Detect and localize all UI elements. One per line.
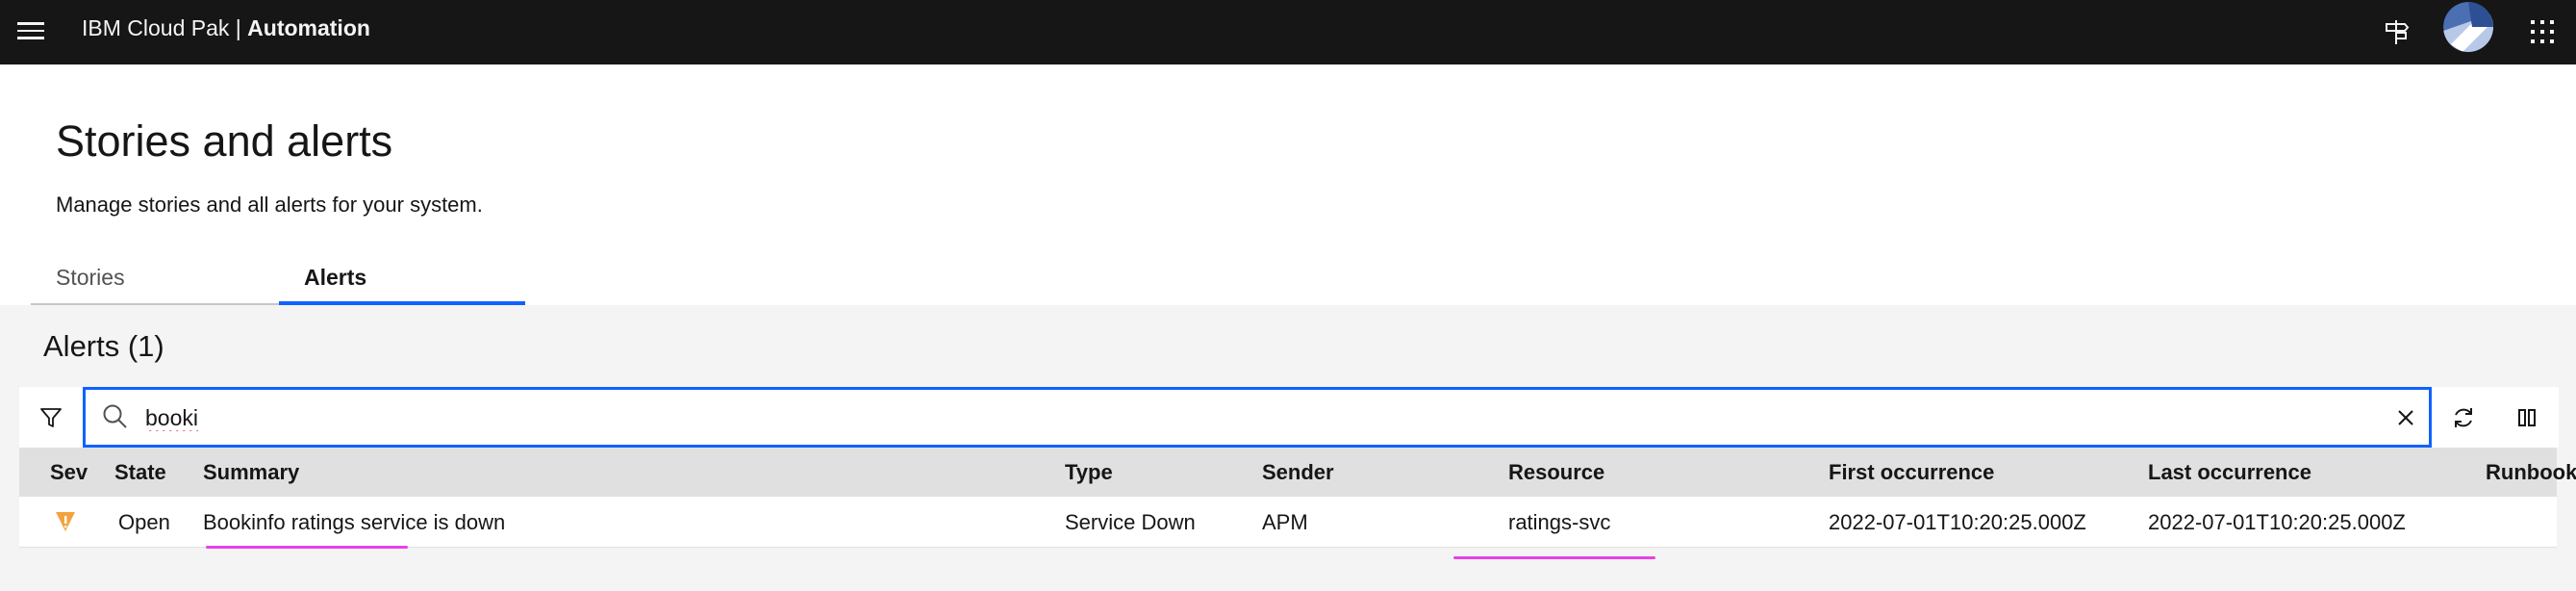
tab-stories[interactable]: Stories bbox=[31, 240, 279, 305]
user-avatar[interactable] bbox=[2443, 2, 2493, 52]
refresh-icon bbox=[2455, 407, 2472, 427]
columns-icon bbox=[2518, 408, 2536, 426]
search-icon bbox=[103, 404, 127, 428]
column-header-summary[interactable]: Summary bbox=[203, 460, 299, 485]
column-header-sender[interactable]: Sender bbox=[1262, 460, 1334, 485]
alert-resource: ratings-svc bbox=[1508, 510, 1611, 534]
product-name[interactable]: IBM Cloud Pak | Automation bbox=[82, 13, 370, 42]
app-switcher-icon[interactable] bbox=[2520, 10, 2564, 54]
alerts-heading: Alerts (1) bbox=[43, 329, 164, 363]
filter-button[interactable] bbox=[19, 387, 83, 448]
column-settings-button[interactable] bbox=[2495, 387, 2559, 448]
page-subtitle: Manage stories and all alerts for your s… bbox=[56, 193, 483, 217]
filter-icon bbox=[40, 407, 62, 427]
summary-highlight-underline bbox=[206, 546, 408, 549]
warning-icon bbox=[56, 512, 75, 531]
signpost-icon[interactable] bbox=[2374, 10, 2418, 54]
resource-highlight-underline bbox=[1453, 556, 1655, 559]
clear-search-icon[interactable] bbox=[2390, 402, 2421, 433]
column-header-resource[interactable]: Resource bbox=[1508, 460, 1604, 485]
column-header-sev[interactable]: Sev bbox=[50, 460, 88, 485]
column-header-runbook[interactable]: Runbook bbox=[2486, 460, 2576, 485]
page-title: Stories and alerts bbox=[56, 116, 393, 166]
column-header-type[interactable]: Type bbox=[1065, 460, 1113, 485]
search-input[interactable] bbox=[145, 399, 2358, 436]
page-header: Stories and alerts Manage stories and al… bbox=[0, 64, 2576, 305]
refresh-button[interactable] bbox=[2432, 387, 2495, 448]
alert-summary[interactable]: Bookinfo ratings service is down bbox=[203, 509, 505, 536]
tab-alerts[interactable]: Alerts bbox=[279, 240, 525, 305]
column-header-last-occurrence[interactable]: Last occurrence bbox=[2148, 460, 2311, 485]
search-field[interactable] bbox=[83, 387, 2432, 448]
alert-type: Service Down bbox=[1065, 510, 1196, 534]
column-header-first-occurrence[interactable]: First occurrence bbox=[1829, 460, 1994, 485]
column-header-state[interactable]: State bbox=[114, 460, 166, 485]
alert-sender: APM bbox=[1262, 510, 1308, 534]
menu-icon[interactable] bbox=[13, 13, 48, 48]
top-header: IBM Cloud Pak | Automation bbox=[0, 0, 2576, 64]
alert-first-occurrence: 2022-07-01T10:20:25.000Z bbox=[1829, 510, 2086, 534]
alert-state: Open bbox=[118, 510, 170, 534]
alert-last-occurrence: 2022-07-01T10:20:25.000Z bbox=[2148, 510, 2406, 534]
table-row[interactable]: Open Bookinfo ratings service is down Se… bbox=[19, 497, 2557, 548]
table-header: Sev State Summary Type Sender Resource F… bbox=[19, 448, 2576, 497]
